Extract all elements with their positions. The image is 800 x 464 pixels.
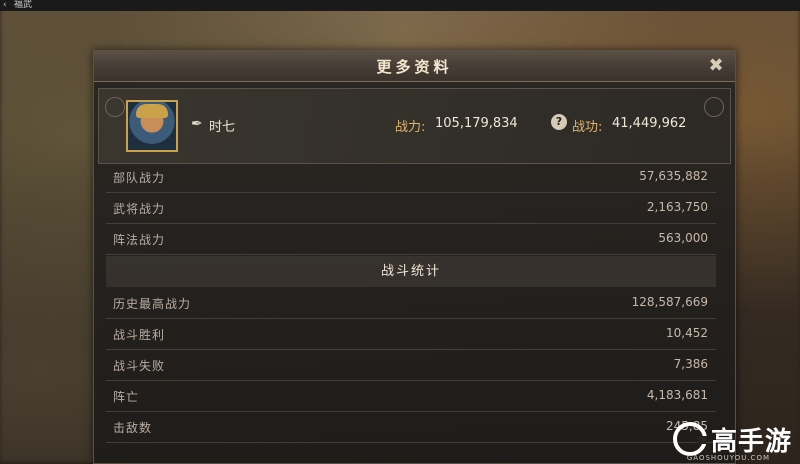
stat-value: 128,587,669 [631,295,708,309]
stat-label: 阵亡 [113,390,140,404]
stat-row: 击敌数 245,85 [106,411,716,443]
stat-label: 历史最高战力 [113,297,192,311]
watermark-text: 高手游 [710,426,792,457]
stat-label: 战斗失败 [113,359,166,373]
stat-row: 部队战力 57,635,882 [106,161,716,193]
stat-row: 武将战力 2,163,750 [106,192,716,224]
watermark: 高手游 [672,420,792,458]
gaoshouyou-logo-icon [672,422,707,456]
merit-value: 41,449,962 [612,116,687,131]
battle-stats-header: 战斗统计 [106,256,716,287]
stat-label: 武将战力 [113,202,166,216]
stat-value: 563,000 [658,231,708,245]
close-icon[interactable]: ✖ [706,56,726,76]
stat-label: 部队战力 [113,171,166,185]
window-titlebar: ‹ 福武 [0,0,800,11]
power-label: 战力: [395,120,426,135]
more-info-panel: 更多资料 ✖ ✒ 时七 战力: 105,179,834 ? 战功: 41,449… [93,50,736,464]
panel-title: 更多资料 [376,58,453,76]
stat-label: 击敌数 [113,421,153,435]
power-value: 105,179,834 [435,116,518,131]
question-icon[interactable]: ? [551,114,567,130]
player-profile-bar: ✒ 时七 战力: 105,179,834 ? 战功: 41,449,962 [98,88,731,164]
stat-value: 57,635,882 [639,169,708,183]
stat-value: 10,452 [666,326,708,340]
watermark-subtext: GAOSHOUYOU.COM [686,454,770,462]
stat-value: 7,386 [673,357,708,371]
general-portrait-avatar[interactable] [126,100,178,152]
stat-row: 阵法战力 563,000 [106,223,716,255]
stat-row: 战斗胜利 10,452 [106,318,716,350]
stat-row: 历史最高战力 128,587,669 [106,287,716,319]
stat-row: 战斗失败 7,386 [106,349,716,381]
helmet-ornament [136,104,168,118]
stat-value: 2,163,750 [646,200,708,214]
merit-label: 战功: [572,120,603,135]
panel-header: 更多资料 ✖ [94,51,735,82]
player-name: 时七 [209,120,236,135]
stat-row: 阵亡 4,183,681 [106,380,716,412]
stat-label: 战斗胜利 [113,328,166,342]
brush-icon[interactable]: ✒ [191,116,207,132]
window-title: 福武 [14,0,33,10]
stat-label: 阵法战力 [113,233,166,247]
stat-value: 4,183,681 [646,388,708,402]
back-arrow-icon[interactable]: ‹ [3,0,7,11]
